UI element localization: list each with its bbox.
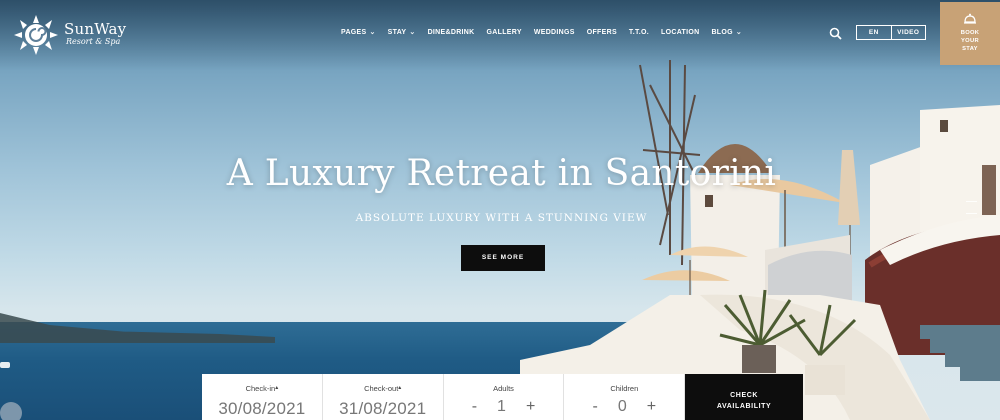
lang-video-group: EN VIDEO — [856, 25, 926, 40]
bell-icon — [964, 13, 976, 24]
nav-item-label: OFFERS — [586, 28, 617, 36]
book-label-line2: YOUR — [961, 38, 979, 44]
adults-label: Adults — [493, 384, 514, 393]
children-count: 0 — [617, 398, 627, 415]
boat — [0, 362, 10, 368]
chevron-down-icon: ⌄ — [735, 29, 743, 36]
santorini-village-illustration — [520, 60, 1000, 420]
brand-name: SunWay — [64, 20, 127, 38]
nav-item-label: GALLERY — [486, 28, 522, 36]
search-icon[interactable] — [829, 27, 842, 40]
children-minus-button[interactable]: - — [593, 398, 598, 416]
adults-plus-button[interactable]: + — [526, 398, 535, 416]
check-out-field[interactable]: Check-out▴ 31/08/2021 — [323, 374, 444, 420]
check-in-field[interactable]: Check-in▴ 30/08/2021 — [202, 374, 323, 420]
brand-logo[interactable]: SunWay Resort & Spa — [12, 13, 126, 55]
book-label-line3: STAY — [962, 46, 978, 52]
nav-item-label: T.T.O. — [628, 28, 650, 36]
slider-indicator[interactable] — [966, 213, 977, 214]
nav-item-gallery[interactable]: GALLERY — [481, 28, 528, 36]
booking-form: Check-in▴ 30/08/2021 Check-out▴ 31/08/20… — [202, 374, 803, 420]
hero-background — [0, 0, 1000, 420]
slider-indicator[interactable] — [966, 201, 977, 202]
chat-widget-icon[interactable] — [0, 402, 22, 420]
check-availability-line2: AVAILABILITY — [716, 403, 772, 410]
main-nav: PAGES ⌄ STAY ⌄ DINE&DRINK GALLERY WEDDIN… — [335, 28, 748, 37]
children-label: Children — [610, 384, 639, 393]
children-stepper: - 0 + — [564, 398, 684, 416]
see-more-button[interactable]: SEE MORE — [461, 245, 545, 271]
adults-stepper: - 1 + — [444, 398, 564, 416]
adults-field: Adults - 1 + — [444, 374, 565, 420]
nav-item-dine-drink[interactable]: DINE&DRINK — [422, 28, 481, 36]
nav-item-label: PAGES — [341, 28, 367, 36]
chevron-down-icon: ⌄ — [409, 29, 416, 36]
nav-item-location[interactable]: LOCATION — [655, 28, 705, 36]
nav-item-label: STAY — [387, 28, 407, 36]
check-in-value[interactable]: 30/08/2021 — [202, 399, 322, 419]
adults-minus-button[interactable]: - — [472, 398, 477, 416]
check-out-label: Check-out▴ — [364, 384, 402, 393]
brand-tagline: Resort & Spa — [66, 37, 121, 46]
hero-subtitle: ABSOLUTE LUXURY WITH A STUNNING VIEW — [355, 212, 648, 224]
book-your-stay-button[interactable]: BOOK YOUR STAY — [940, 2, 1000, 65]
check-out-value[interactable]: 31/08/2021 — [323, 399, 443, 419]
nav-item-blog[interactable]: BLOG ⌄ — [705, 28, 748, 37]
check-availability-line1: CHECK — [730, 392, 759, 399]
check-availability-button[interactable]: CHECK AVAILABILITY — [685, 374, 803, 420]
children-plus-button[interactable]: + — [647, 398, 656, 416]
hero-title: A Luxury Retreat in Santorini — [226, 153, 777, 194]
children-field: Children - 0 + — [564, 374, 686, 420]
nav-item-label: WEDDINGS — [533, 28, 575, 36]
nav-item-pages[interactable]: PAGES ⌄ — [335, 28, 382, 37]
nav-item-label: DINE&DRINK — [427, 28, 475, 36]
nav-item-weddings[interactable]: WEDDINGS — [528, 28, 581, 36]
check-in-label: Check-in▴ — [245, 384, 279, 393]
adults-count: 1 — [497, 398, 506, 415]
chevron-down-icon: ⌄ — [369, 29, 376, 36]
nav-item-label: LOCATION — [661, 28, 700, 36]
sun-logo-icon — [14, 15, 58, 55]
language-button[interactable]: EN — [857, 26, 891, 39]
nav-item-label: BLOG — [711, 28, 733, 36]
nav-item-stay[interactable]: STAY ⌄ — [382, 28, 422, 37]
nav-item-offers[interactable]: OFFERS — [581, 28, 623, 36]
book-label-line1: BOOK — [960, 30, 980, 36]
video-button[interactable]: VIDEO — [890, 26, 926, 39]
nav-item-tto[interactable]: T.T.O. — [623, 28, 655, 36]
